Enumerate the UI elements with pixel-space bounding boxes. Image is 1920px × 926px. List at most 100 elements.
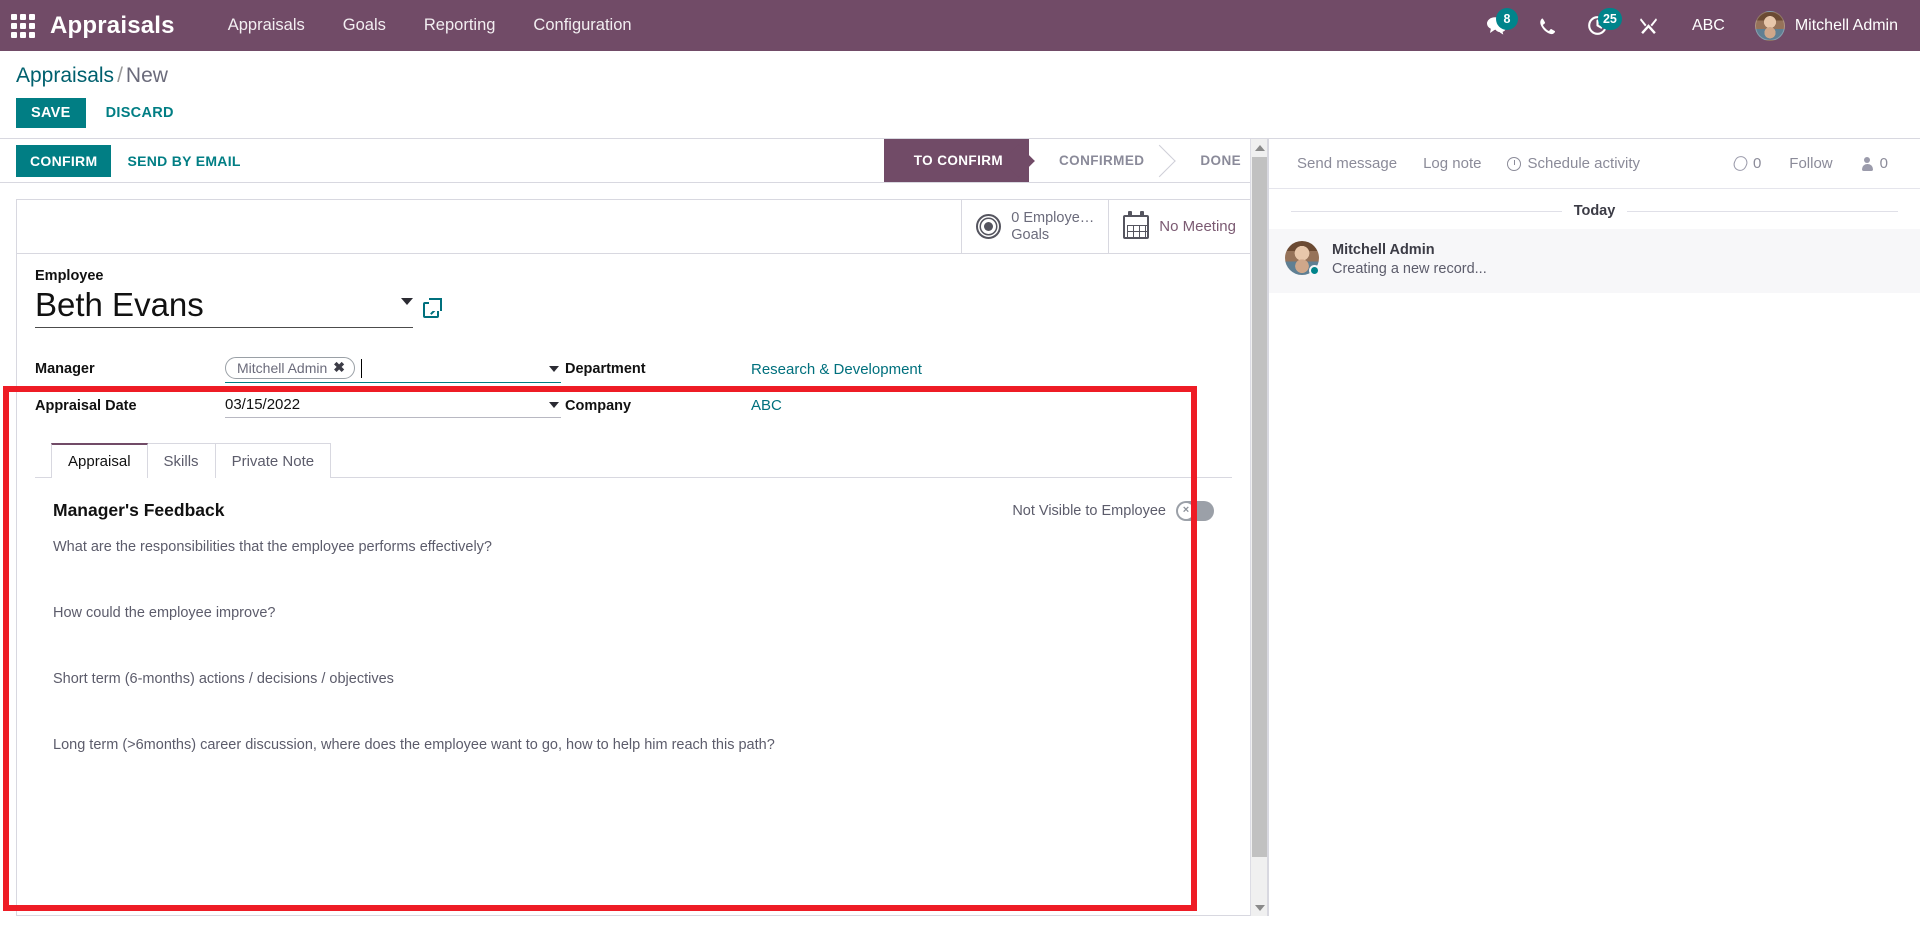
paperclip-icon (1731, 153, 1750, 174)
text-caret (361, 358, 362, 378)
feedback-question-1[interactable]: What are the responsibilities that the e… (53, 539, 1214, 555)
smart-button-goals-line1: 0 Employe… (1011, 210, 1095, 226)
menu-item-reporting[interactable]: Reporting (405, 10, 515, 41)
scrollbar-thumb[interactable] (1252, 157, 1267, 857)
apps-grid-icon[interactable] (10, 13, 36, 39)
stage-to-confirm[interactable]: TO CONFIRM (883, 139, 1030, 182)
triangle-up-icon (1254, 144, 1265, 151)
company-field-label: Company (565, 397, 632, 414)
tab-skills[interactable]: Skills (147, 443, 216, 479)
control-panel: Appraisals / New SAVE DISCARD (0, 51, 1920, 139)
menu-item-appraisals[interactable]: Appraisals (209, 10, 324, 41)
breadcrumb-current: New (125, 64, 168, 87)
form-pane: CONFIRM SEND BY EMAIL TO CONFIRM CONFIRM… (0, 139, 1268, 916)
manager-tag-label: Mitchell Admin (237, 359, 328, 376)
scroll-up-button[interactable] (1251, 139, 1267, 156)
chevron-down-icon[interactable] (549, 402, 559, 409)
breadcrumb-separator: / (117, 64, 123, 87)
user-menu[interactable]: Mitchell Admin (1743, 7, 1902, 45)
employee-value: Beth Evans (35, 286, 204, 324)
form-fields-grid: Manager Mitchell Admin ✖ Department Rese… (35, 350, 1232, 423)
main-content: CONFIRM SEND BY EMAIL TO CONFIRM CONFIRM… (0, 139, 1920, 916)
appraisal-notebook: Appraisal Skills Private Note Manager's … (35, 443, 1232, 771)
log-note-button[interactable]: Log note (1411, 151, 1493, 176)
visibility-toggle[interactable]: × (1176, 500, 1214, 521)
send-by-email-button[interactable]: SEND BY EMAIL (117, 145, 250, 177)
tab-appraisal[interactable]: Appraisal (51, 443, 148, 480)
department-value[interactable]: Research & Development (751, 361, 922, 378)
tab-private-note[interactable]: Private Note (215, 443, 332, 479)
separator-line-right (1627, 210, 1898, 212)
stage-confirmed[interactable]: CONFIRMED (1029, 139, 1171, 182)
manager-field-value: Mitchell Admin ✖ (225, 350, 565, 388)
avatar (1285, 241, 1320, 276)
company-switcher[interactable]: ABC (1674, 11, 1743, 41)
navbar-systray: 8 25 ABC Mitchell Admin (1470, 7, 1902, 45)
smart-button-goals-line2: Goals (1011, 226, 1050, 243)
form-sheet: 0 Employe… Goals No Meeting Employee Bet… (16, 199, 1251, 916)
form-body: Employee Beth Evans Manager Mitchell Adm… (17, 254, 1250, 771)
department-field-label: Department (565, 361, 646, 378)
clock-icon (1507, 156, 1522, 171)
manager-tag: Mitchell Admin ✖ (225, 357, 355, 380)
breadcrumb: Appraisals / New (0, 61, 1920, 90)
schedule-activity-button[interactable]: Schedule activity (1495, 151, 1652, 176)
chatter-toolbar: Send message Log note Schedule activity … (1269, 139, 1920, 189)
smart-button-employee-goals[interactable]: 0 Employe… Goals (961, 200, 1109, 254)
feedback-question-4[interactable]: Long term (>6months) career discussion, … (53, 737, 1214, 753)
statusbar-action-buttons: CONFIRM SEND BY EMAIL (0, 144, 251, 177)
appraisal-date-field-value: 03/15/2022 (225, 388, 565, 423)
chatter-message-text: Creating a new record... (1332, 261, 1487, 277)
messages-button[interactable]: 8 (1470, 8, 1523, 41)
activities-count-badge: 25 (1597, 8, 1622, 30)
user-name-label: Mitchell Admin (1794, 16, 1898, 34)
confirm-button[interactable]: CONFIRM (16, 144, 112, 177)
triangle-down-icon (1254, 904, 1265, 911)
company-row: Company ABC (565, 388, 1232, 423)
activities-button[interactable]: 25 (1572, 8, 1623, 41)
employee-input[interactable]: Beth Evans (35, 286, 413, 329)
follow-button[interactable]: Follow (1777, 151, 1844, 176)
attachments-button[interactable]: 0 (1722, 151, 1773, 176)
appraisal-date-value: 03/15/2022 (225, 396, 301, 414)
app-brand-title[interactable]: Appraisals (50, 12, 175, 40)
scroll-down-button[interactable] (1251, 899, 1267, 916)
followers-button[interactable]: 0 (1849, 151, 1900, 176)
appraisal-date-field-label: Appraisal Date (35, 397, 137, 414)
managers-feedback-title: Manager's Feedback (53, 500, 225, 521)
external-link-icon[interactable] (423, 298, 442, 319)
navbar-menu: Appraisals Goals Reporting Configuration (209, 10, 651, 41)
form-vertical-scrollbar[interactable] (1250, 139, 1267, 916)
manager-input[interactable]: Mitchell Admin ✖ (225, 355, 561, 384)
chatter-pane: Send message Log note Schedule activity … (1268, 139, 1920, 916)
save-button[interactable]: SAVE (16, 98, 86, 128)
discard-button[interactable]: DISCARD (98, 98, 182, 128)
appraisal-date-input[interactable]: 03/15/2022 (225, 393, 561, 419)
person-icon (1861, 156, 1874, 171)
managers-feedback-header: Manager's Feedback Not Visible to Employ… (53, 500, 1214, 521)
breadcrumb-root[interactable]: Appraisals (16, 64, 114, 87)
chatter-message: Mitchell Admin Creating a new record... (1269, 229, 1920, 293)
department-row: Department Research & Development (565, 350, 1232, 388)
employee-field-label: Employee (35, 268, 104, 285)
menu-item-goals[interactable]: Goals (324, 10, 405, 41)
visibility-label: Not Visible to Employee (1012, 502, 1166, 519)
target-icon (976, 214, 1002, 240)
followers-count: 0 (1879, 155, 1888, 172)
chevron-down-icon[interactable] (401, 297, 413, 305)
close-icon[interactable]: ✖ (333, 359, 345, 376)
menu-item-configuration[interactable]: Configuration (514, 10, 650, 41)
feedback-question-3[interactable]: Short term (6-months) actions / decision… (53, 671, 1214, 687)
company-value[interactable]: ABC (751, 397, 782, 414)
toggle-knob: × (1178, 502, 1194, 519)
feedback-question-2[interactable]: How could the employee improve? (53, 605, 1214, 621)
tools-icon[interactable] (1623, 10, 1674, 41)
phone-button[interactable] (1523, 11, 1572, 41)
chevron-down-icon[interactable] (549, 365, 559, 372)
smart-button-meeting[interactable]: No Meeting (1108, 200, 1250, 254)
avatar (1754, 10, 1785, 41)
send-message-button[interactable]: Send message (1285, 151, 1409, 176)
smart-button-employee-goals-label: 0 Employe… Goals (1011, 210, 1094, 243)
stage-pipeline: TO CONFIRM CONFIRMED DONE (883, 139, 1267, 182)
manager-field-label: Manager (35, 361, 95, 378)
